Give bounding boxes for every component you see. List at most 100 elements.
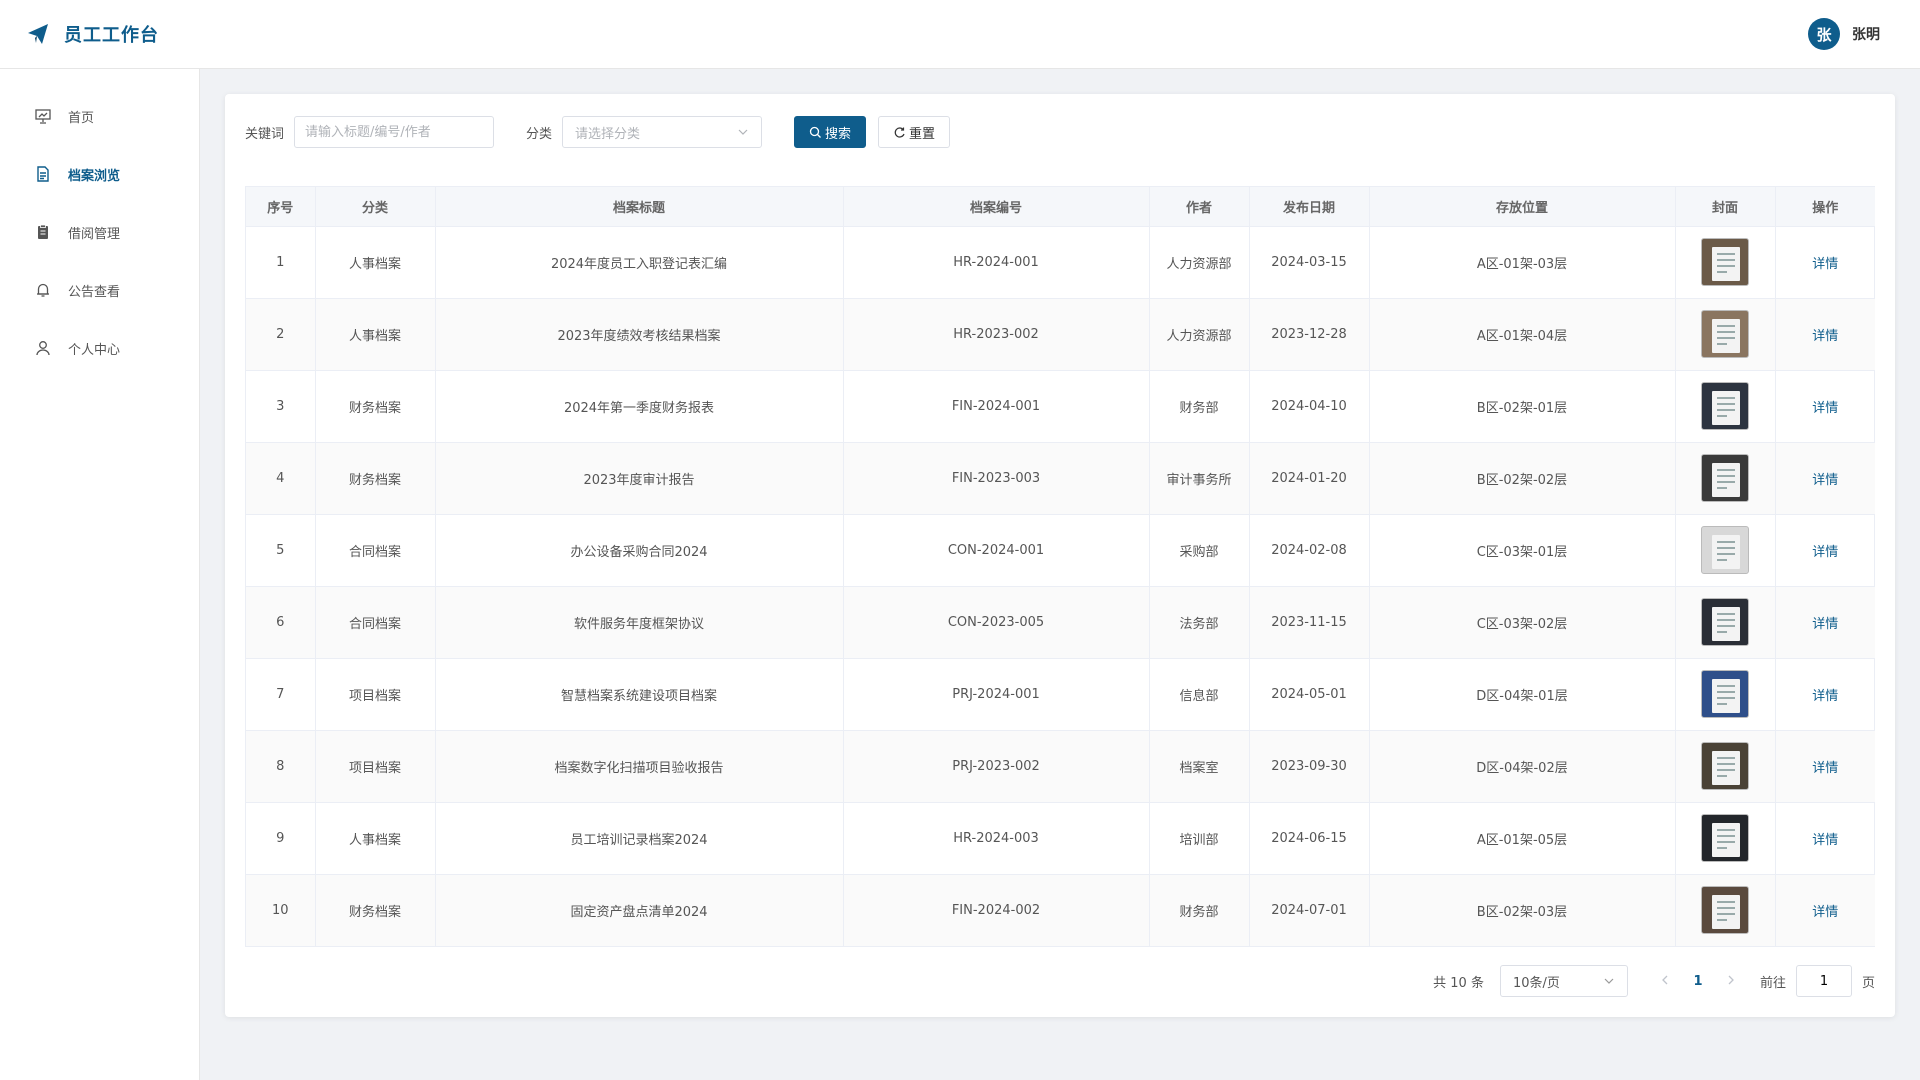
column-header: 作者	[1149, 187, 1250, 227]
cell-title: 软件服务年度框架协议	[435, 586, 844, 659]
document-line-icon	[1717, 481, 1735, 483]
cell-author: 培训部	[1149, 802, 1250, 875]
cell-no: 2	[246, 298, 316, 371]
cell-date: 2024-05-01	[1249, 658, 1370, 731]
goto-page-input[interactable]	[1795, 965, 1852, 997]
cell-date: 2023-11-15	[1249, 586, 1370, 659]
brand[interactable]: 员工工作台	[26, 21, 159, 47]
document-line-icon	[1717, 409, 1735, 411]
cell-action: 详情	[1775, 226, 1875, 299]
cell-title: 固定资产盘点清单2024	[435, 874, 844, 946]
search-icon	[809, 126, 821, 138]
reset-button[interactable]: 重置	[878, 116, 951, 148]
cover-thumbnail[interactable]	[1701, 238, 1749, 286]
avatar[interactable]: 张	[1808, 18, 1840, 50]
detail-link[interactable]: 详情	[1812, 761, 1838, 776]
cover-thumbnail[interactable]	[1701, 382, 1749, 430]
document-icon	[37, 166, 49, 182]
detail-link[interactable]: 详情	[1812, 617, 1838, 632]
cell-code: HR-2024-001	[843, 226, 1150, 299]
sidebar-item-label: 档案浏览	[68, 168, 121, 184]
cell-date: 2024-03-15	[1249, 226, 1370, 299]
cell-title: 档案数字化扫描项目验收报告	[435, 730, 844, 803]
cover-thumbnail[interactable]	[1701, 454, 1749, 502]
app-title: 员工工作台	[64, 25, 159, 46]
reset-button-label: 重置	[909, 126, 936, 142]
sidebar: 首页 档案浏览 借阅管理 公告查看 个人中心	[0, 69, 200, 1080]
cell-date: 2023-12-28	[1249, 298, 1370, 371]
chevron-right-icon	[1728, 975, 1734, 984]
column-header: 序号	[246, 187, 316, 227]
document-line-icon	[1717, 271, 1727, 273]
cover-thumbnail[interactable]	[1701, 598, 1749, 646]
detail-link[interactable]: 详情	[1812, 401, 1838, 416]
detail-link[interactable]: 详情	[1812, 329, 1838, 344]
sidebar-item-borrow-manage[interactable]: 借阅管理	[0, 203, 199, 261]
search-button-label: 搜索	[825, 126, 852, 142]
cell-cover	[1675, 658, 1776, 731]
cell-action: 详情	[1775, 514, 1875, 587]
pagination: 共 10 条 10条/页 1 前往 页	[1433, 965, 1875, 997]
category-select[interactable]: 请选择分类	[562, 116, 763, 148]
cell-action: 详情	[1775, 370, 1875, 443]
table-row: 9 人事档案 员工培训记录档案2024 HR-2024-003 培训部 2024-06-1…	[246, 802, 1875, 875]
column-header: 存放位置	[1369, 187, 1676, 227]
user-name[interactable]: 张明	[1852, 24, 1880, 44]
keyword-label: 关键词	[245, 126, 285, 142]
cover-thumbnail[interactable]	[1701, 886, 1749, 935]
cell-code: CON-2023-005	[843, 586, 1150, 659]
document-line-icon	[1717, 331, 1735, 333]
sidebar-item-home[interactable]: 首页	[0, 87, 199, 145]
cover-thumbnail[interactable]	[1701, 814, 1749, 862]
cell-author: 人力资源部	[1149, 226, 1250, 299]
cover-thumbnail[interactable]	[1701, 310, 1749, 358]
cell-no: 3	[246, 370, 316, 443]
page-size-select[interactable]: 10条/页	[1499, 965, 1628, 997]
document-line-icon	[1717, 259, 1735, 261]
document-line-icon	[1717, 901, 1735, 904]
document-line-icon	[1717, 835, 1735, 837]
page-unit-label: 页	[1861, 975, 1875, 991]
page-size-value: 10条/页	[1512, 975, 1560, 991]
detail-link[interactable]: 详情	[1812, 833, 1838, 848]
cell-location: D区-04架-01层	[1369, 658, 1676, 731]
cell-location: A区-01架-04层	[1369, 298, 1676, 371]
cell-no: 4	[246, 442, 316, 515]
cell-date: 2024-02-08	[1249, 514, 1370, 587]
cell-location: A区-01架-03层	[1369, 226, 1676, 299]
cell-cover	[1675, 874, 1776, 946]
cell-code: FIN-2023-003	[843, 442, 1150, 515]
cover-thumbnail[interactable]	[1701, 742, 1749, 790]
cell-action: 详情	[1775, 442, 1875, 515]
sidebar-item-announcements[interactable]: 公告查看	[0, 261, 199, 319]
cell-title: 2023年度审计报告	[435, 442, 844, 515]
document-line-icon	[1717, 403, 1735, 405]
detail-link[interactable]: 详情	[1812, 545, 1838, 560]
cell-title: 员工培训记录档案2024	[435, 802, 844, 875]
cell-location: B区-02架-02层	[1369, 442, 1676, 515]
sidebar-item-profile[interactable]: 个人中心	[0, 319, 199, 377]
cell-action: 详情	[1775, 802, 1875, 875]
search-button[interactable]: 搜索	[794, 116, 867, 148]
prev-page-button[interactable]	[1652, 974, 1678, 989]
detail-link[interactable]: 详情	[1812, 905, 1838, 920]
cover-thumbnail[interactable]	[1701, 670, 1749, 718]
detail-link[interactable]: 详情	[1812, 689, 1838, 704]
archive-table: 序号 分类 档案标题 档案编号 作者 发布日期 存放位置 封面 操作 1 人事档案…	[245, 186, 1875, 947]
detail-link[interactable]: 详情	[1812, 473, 1838, 488]
document-line-icon	[1717, 907, 1735, 910]
chevron-left-icon	[1662, 975, 1668, 984]
cell-cover	[1675, 226, 1776, 299]
document-line-icon	[1717, 919, 1727, 922]
page-number-current[interactable]: 1	[1678, 974, 1718, 989]
chevron-down-icon	[1604, 978, 1614, 984]
document-line-icon	[1717, 769, 1735, 771]
cover-thumbnail[interactable]	[1701, 526, 1749, 574]
detail-link[interactable]: 详情	[1812, 257, 1838, 272]
category-label: 分类	[526, 126, 553, 142]
user-menu[interactable]: 张 张明	[1808, 18, 1880, 50]
sidebar-item-archive-browse[interactable]: 档案浏览	[0, 145, 199, 203]
document-line-icon	[1717, 829, 1735, 831]
keyword-input[interactable]	[294, 116, 495, 148]
next-page-button[interactable]	[1718, 974, 1744, 989]
